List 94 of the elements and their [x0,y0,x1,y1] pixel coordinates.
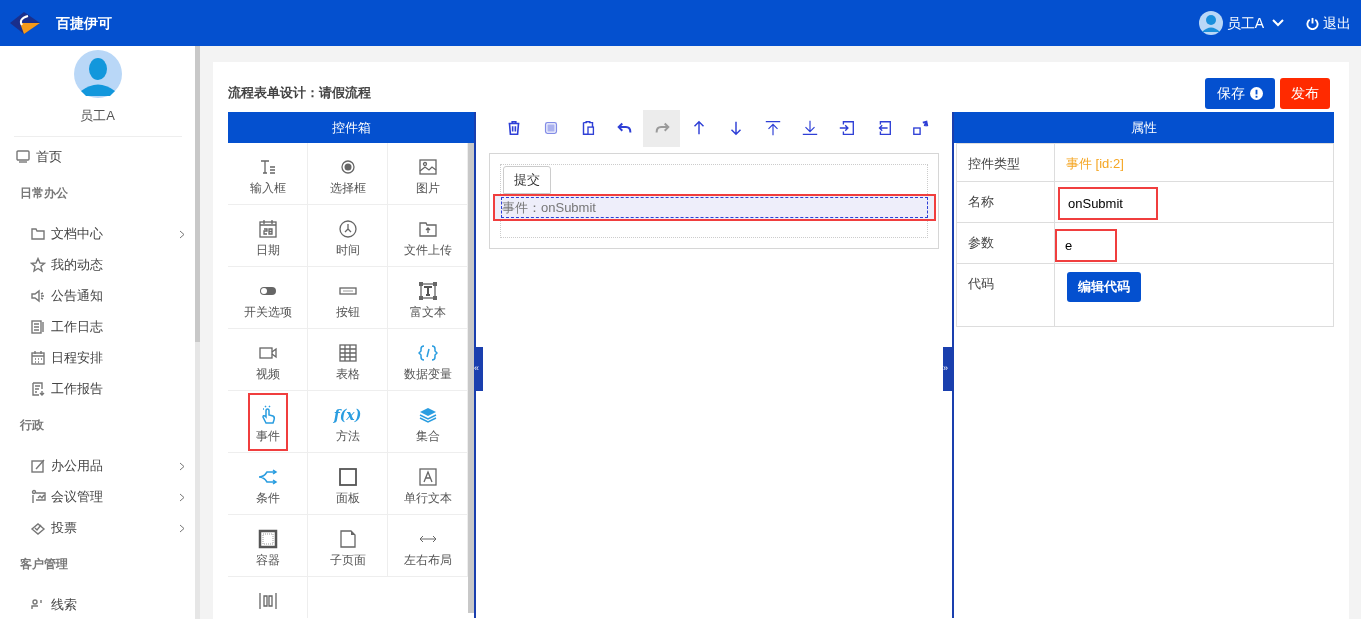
nav-item[interactable]: 会议管理 [0,481,195,513]
nav-item[interactable]: 工作报告 [0,373,195,405]
tool-item[interactable]: 图片 [407,145,448,203]
nav-item[interactable]: 投票 [0,512,195,544]
tool-item[interactable]: 富文本 [401,269,454,327]
tool-item[interactable]: 开关选项 [235,269,300,327]
tool-item[interactable]: 子页面 [321,517,374,575]
tool-item[interactable]: 时间 [327,207,368,265]
nav-section-label: 行政 [19,416,45,434]
tool-icon [257,591,278,611]
nav-icon [15,149,31,165]
event-label: 事件：onSubmit [501,196,928,219]
tool-icon [417,157,438,177]
nav-icon [30,489,46,505]
toolbar-icon [911,119,930,137]
property-input[interactable]: onSubmit [1058,187,1158,220]
property-label: 名称 [957,182,1055,222]
tool-item[interactable]: 事件 [247,393,288,451]
property-value: 事件 [id:2] [1065,155,1125,173]
nav-icon [30,350,46,366]
property-label: 控件类型 [957,144,1055,181]
nav-item[interactable]: 日程安排 [0,342,195,374]
nav-item[interactable]: 我的动态 [0,249,195,281]
user-name: 员工A [80,107,115,125]
nav-icon [30,288,46,304]
tool-item[interactable]: 面板 [327,455,368,513]
nav-item[interactable]: 办公用品 [0,450,195,482]
tool-item[interactable]: 视频 [247,331,288,389]
nav-icon [30,381,46,397]
tool-icon [337,219,358,239]
tool-icon [257,219,278,239]
edit-code-button[interactable]: 编辑代码 [1067,272,1141,302]
nav-icon [30,319,46,335]
power-icon[interactable] [1306,16,1319,30]
logo-icon [8,10,42,36]
nav-item[interactable]: 首页 [0,141,195,173]
event-item[interactable]: 事件：onSubmit [493,194,936,221]
tool-icon [257,529,278,549]
property-label: 代码 [957,264,1055,326]
nav-item[interactable]: 工作日志 [0,311,195,343]
page-title: 流程表单设计：请假流程 [228,84,371,103]
tool-item[interactable]: 按钮 [327,269,368,327]
tool-icon [337,529,358,549]
function-icon: f(x) [333,405,362,425]
collapse-handle[interactable]: » [943,347,952,391]
scrollbar[interactable] [195,46,200,342]
save-button[interactable]: 保存 [1205,77,1275,109]
tool-item[interactable]: 输入框 [241,145,294,203]
scrollbar[interactable] [468,143,474,613]
tool-item[interactable]: 表格 [327,331,368,389]
chevron-down-icon[interactable] [1272,19,1284,27]
property-label: 参数 [957,223,1055,263]
tool-icon [417,405,438,425]
tool-icon [257,467,278,487]
tool-item[interactable]: 文件上传 [395,207,460,265]
nav-item[interactable]: 线索 [0,589,195,619]
tool-item[interactable]: f(x) 方法 [325,393,370,451]
submit-button[interactable]: 提交 [503,166,551,194]
nav-icon [30,458,46,474]
collapse-handle[interactable]: « [474,347,483,391]
tool-icon [337,467,358,487]
tool-item[interactable]: 数据变量 [395,331,460,389]
avatar-icon [1198,11,1223,35]
tool-item[interactable]: 条件 [247,455,288,513]
brand-name: 百捷伊可 [56,13,112,33]
nav-item[interactable]: 公告通知 [0,280,195,312]
alert-icon [1250,86,1263,100]
publish-button[interactable]: 发布 [1280,77,1330,109]
tool-icon [417,467,438,487]
avatar-icon [73,50,122,98]
user-name[interactable]: 员工A [1226,12,1264,34]
tool-item[interactable]: 选择框 [321,145,374,203]
tool-icon [417,281,438,301]
tool-item[interactable]: 日期 [247,207,288,265]
nav-icon [30,520,46,536]
tool-item[interactable]: 容器 [247,517,288,575]
tool-icon [417,343,438,363]
tool-icon [417,219,438,239]
nav-item[interactable]: 文档中心 [0,218,195,250]
toolbar-icon [763,119,782,137]
toolbar-icon [800,119,819,137]
logout-link[interactable]: 退出 [1323,12,1351,34]
toolbar-icon [837,119,856,137]
nav-section-label: 日常办公 [19,184,69,202]
tool-icon [337,343,358,363]
nav-icon [30,257,46,273]
panel-header: 控件箱 [228,112,474,143]
nav-icon [30,226,46,242]
property-input[interactable]: e [1055,229,1117,262]
nav-section-label: 客户管理 [19,555,69,573]
tool-item[interactable]: 单行文本 [395,455,460,513]
tool-item[interactable]: 集合 [407,393,448,451]
tool-item[interactable]: 左右布局 [395,517,460,575]
panel-header: 属性 [954,112,1334,143]
